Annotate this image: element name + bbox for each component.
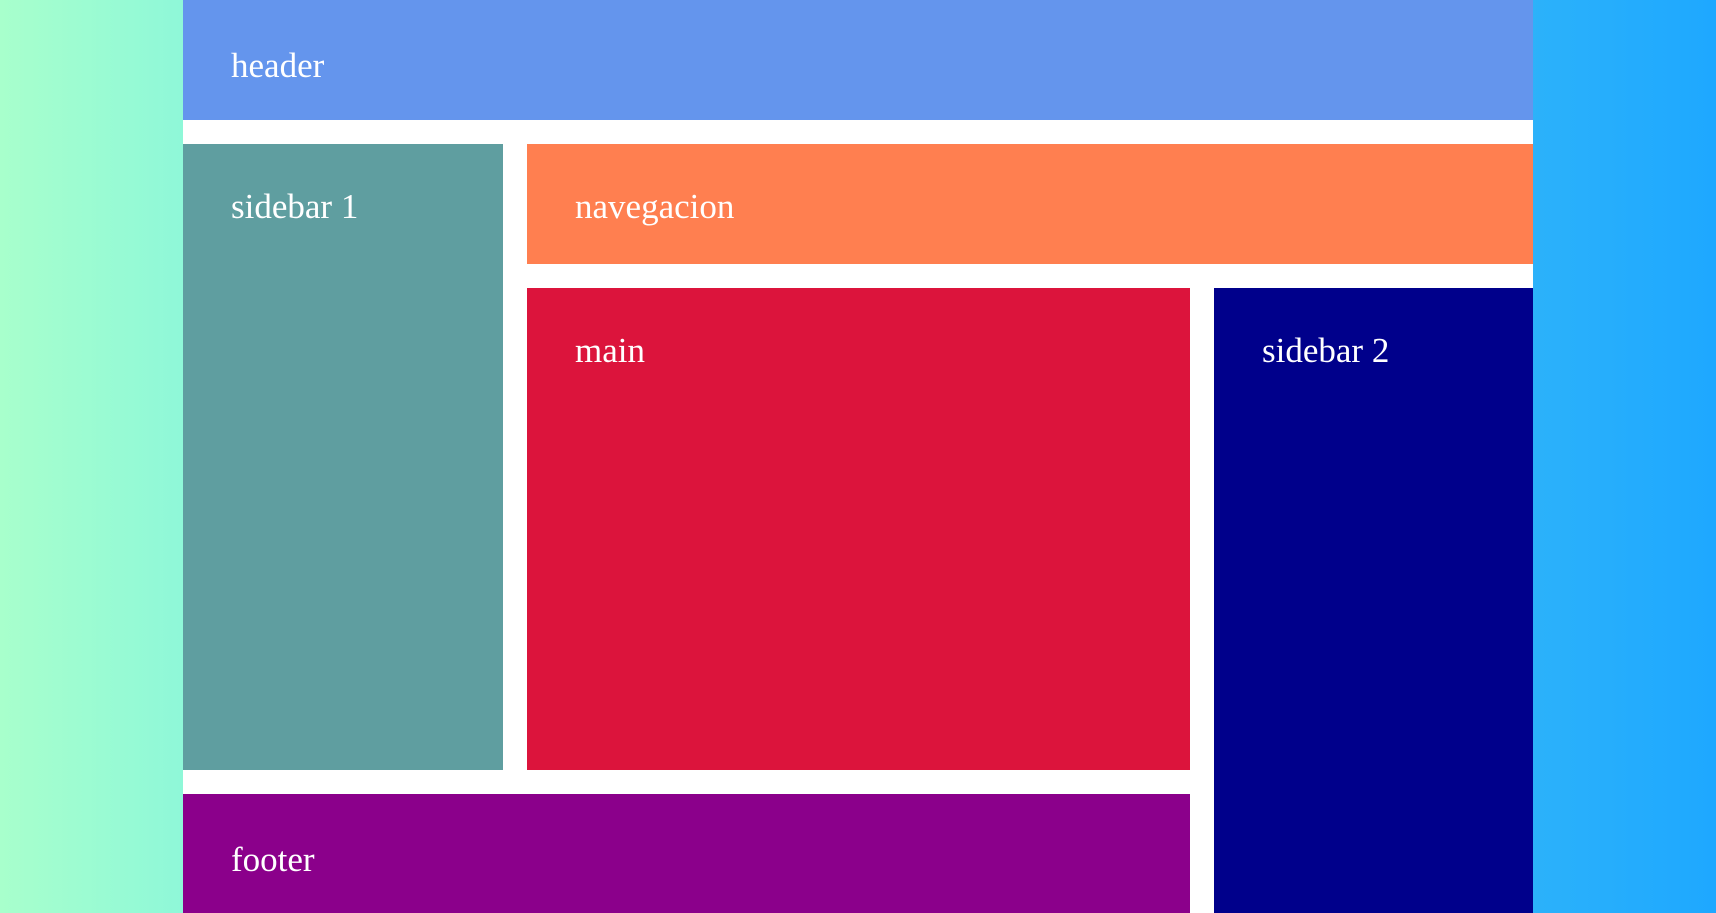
grid-container: header sidebar 1 navegacion main sidebar…: [183, 0, 1533, 913]
sidebar-2-panel: sidebar 2: [1214, 288, 1533, 913]
navigation-panel: navegacion: [527, 144, 1533, 264]
main-panel: main: [527, 288, 1190, 770]
header-panel: header: [183, 0, 1533, 120]
sidebar-1-label: sidebar 1: [231, 187, 359, 226]
footer-label: footer: [231, 840, 315, 879]
sidebar-2-label: sidebar 2: [1262, 331, 1390, 370]
header-label: header: [231, 46, 325, 85]
footer-panel: footer: [183, 794, 1190, 913]
navigation-label: navegacion: [575, 187, 735, 226]
sidebar-1-panel: sidebar 1: [183, 144, 503, 770]
main-label: main: [575, 331, 645, 370]
